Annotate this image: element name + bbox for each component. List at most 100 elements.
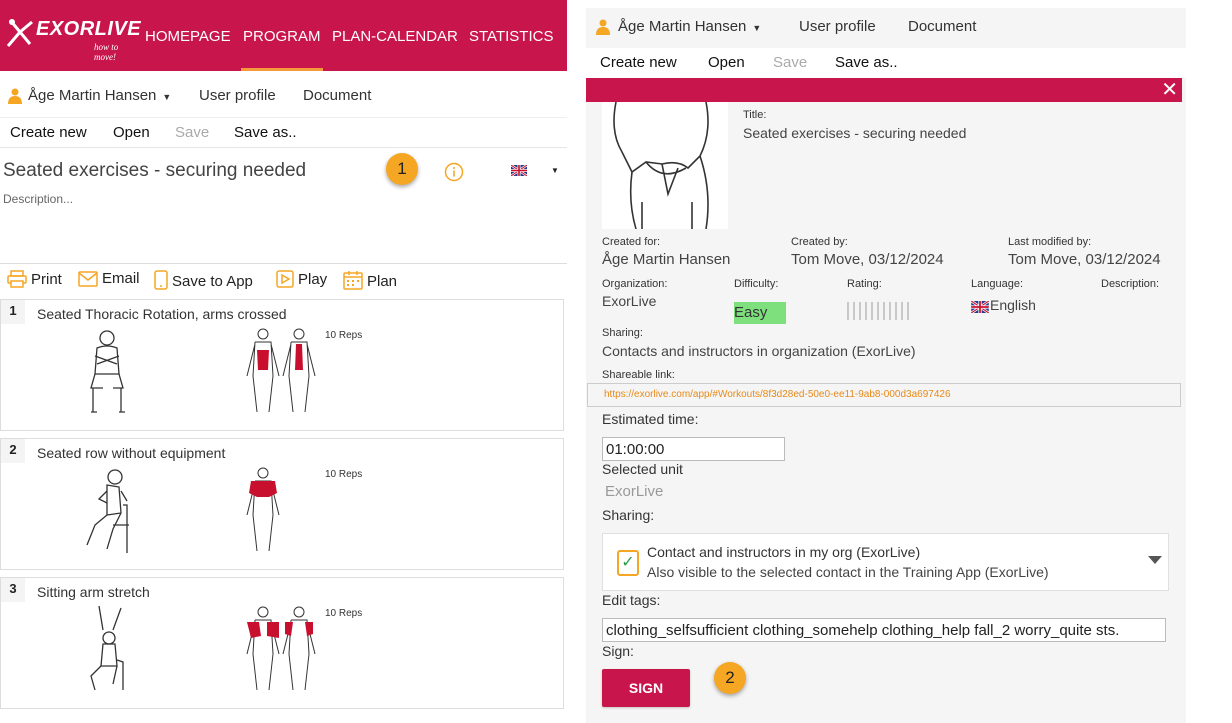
user-bar: Åge Martin Hansen ▼ User profile Document [586, 8, 1186, 46]
workout-thumbnail [602, 102, 728, 229]
sharing-label: Sharing: [602, 327, 643, 339]
description-box[interactable] [0, 186, 567, 264]
exercise-number: 1 [1, 300, 25, 324]
document-menu[interactable]: Document [303, 87, 371, 104]
print-button[interactable]: Print [7, 270, 62, 288]
play-icon [276, 270, 294, 288]
workout-title-input[interactable]: Seated exercises - securing needed [3, 160, 306, 182]
file-menu-bar: Create new Open Save Save as.. [586, 48, 1186, 78]
exercise-illustration [90, 330, 125, 413]
sharing-edit-label: Sharing: [602, 507, 655, 523]
organization-label: Organization: [602, 278, 668, 290]
save-to-app-button[interactable]: Save to App [154, 270, 253, 290]
description-input[interactable]: Description... [3, 192, 73, 206]
sign-button[interactable]: SIGN [602, 669, 690, 707]
plan-button[interactable]: Plan [343, 270, 397, 290]
open-button[interactable]: Open [113, 124, 150, 141]
shareable-link-field[interactable]: https://exorlive.com/app/#Workouts/8f3d2… [587, 383, 1181, 407]
dropdown-arrow-icon[interactable] [1148, 556, 1162, 564]
close-icon[interactable]: ✕ [1161, 80, 1178, 100]
uk-flag-icon[interactable] [511, 165, 527, 176]
print-label: Print [31, 271, 62, 288]
email-button[interactable]: Email [78, 270, 140, 287]
open-button[interactable]: Open [708, 54, 745, 71]
save-as-button[interactable]: Save as.. [234, 124, 297, 141]
email-label: Email [102, 270, 140, 287]
details-header-bar: ✕ [586, 78, 1182, 102]
user-bar: Åge Martin Hansen ▼ User profile Document [0, 71, 567, 118]
user-menu[interactable]: Åge Martin Hansen ▼ [28, 87, 171, 104]
save-button[interactable]: Save [175, 124, 209, 141]
exercise-name[interactable]: Seated row without equipment [37, 445, 225, 461]
rating-bars-icon[interactable] [847, 302, 911, 322]
nav-program[interactable]: PROGRAM [241, 28, 323, 71]
user-profile-link[interactable]: User profile [799, 18, 876, 35]
file-menu-bar: Create new Open Save Save as.. [0, 118, 567, 148]
save-button[interactable]: Save [773, 54, 807, 71]
muscle-anatomy-illustration [246, 606, 316, 691]
language-value: English [990, 297, 1036, 313]
last-modified-label: Last modified by: [1008, 236, 1092, 248]
estimated-time-input[interactable]: 01:00:00 [602, 437, 785, 461]
sharing-select[interactable]: ✓ Contact and instructors in my org (Exo… [602, 533, 1169, 591]
workout-actions-bar: Print Email Save to App Play Plan [0, 264, 567, 294]
exercise-number: 2 [1, 439, 25, 463]
nav-homepage[interactable]: HOMEPAGE [145, 28, 231, 45]
muscle-anatomy-illustration [246, 328, 316, 413]
estimated-time-label: Estimated time: [602, 411, 699, 427]
printer-icon [7, 270, 27, 288]
workout-title-row: Seated exercises - securing needed 1 ▼ [0, 153, 567, 185]
exercise-thumbnail-illustration [613, 102, 709, 229]
language-label: Language: [971, 278, 1023, 290]
envelope-icon [78, 271, 98, 287]
rating-label: Rating: [847, 278, 882, 290]
sharing-checkbox[interactable]: ✓ [617, 550, 639, 576]
last-modified-value: Tom Move, 03/12/2024 [1008, 251, 1161, 268]
save-to-app-label: Save to App [172, 273, 253, 290]
nav-plan-calendar[interactable]: PLAN-CALENDAR [332, 28, 458, 45]
nav-statistics[interactable]: STATISTICS [469, 28, 553, 45]
caret-down-icon: ▼ [162, 92, 172, 102]
exercise-name[interactable]: Seated Thoracic Rotation, arms crossed [37, 306, 287, 322]
uk-flag-icon [971, 301, 989, 313]
shareable-link-label: Shareable link: [602, 369, 675, 381]
exercise-reps: 10 Reps [325, 608, 363, 619]
user-icon [596, 19, 610, 35]
user-menu[interactable]: Åge Martin Hansen ▼ [618, 18, 761, 35]
workout-details-panel: Åge Martin Hansen ▼ User profile Document… [586, 8, 1186, 723]
exercise-reps: 10 Reps [325, 330, 363, 341]
callout-badge-1: 1 [386, 153, 418, 185]
shareable-link-value[interactable]: https://exorlive.com/app/#Workouts/8f3d2… [604, 389, 951, 400]
create-new-button[interactable]: Create new [600, 54, 677, 71]
tags-input[interactable]: clothing_selfsufficient clothing_somehel… [602, 618, 1166, 642]
document-menu[interactable]: Document [908, 18, 976, 35]
exorlive-logo[interactable]: EXORLIVE how to move! [6, 16, 141, 62]
difficulty-badge: Easy [734, 302, 786, 324]
exercise-illustration [90, 605, 124, 691]
user-profile-link[interactable]: User profile [199, 87, 276, 104]
difficulty-label: Difficulty: [734, 278, 779, 290]
exercise-card[interactable]: 3 Sitting arm stretch 10 Reps [0, 577, 564, 709]
exercise-name[interactable]: Sitting arm stretch [37, 584, 150, 600]
user-name: Åge Martin Hansen [618, 18, 747, 35]
info-icon[interactable] [444, 162, 464, 182]
language-caret-icon[interactable]: ▼ [551, 166, 559, 175]
save-as-button[interactable]: Save as.. [835, 54, 898, 71]
logo-text: EXORLIVE [36, 18, 142, 40]
sharing-value: Contacts and instructors in organization… [602, 343, 916, 359]
sharing-option-subtitle: Also visible to the selected contact in … [647, 564, 1049, 580]
workout-editor-panel: EXORLIVE how to move! HOMEPAGE PROGRAM P… [0, 0, 567, 723]
created-for-value: Åge Martin Hansen [602, 251, 731, 268]
created-by-label: Created by: [791, 236, 848, 248]
difficulty-value: Easy [734, 304, 768, 321]
details-content: Title: Seated exercises - securing neede… [586, 102, 1182, 723]
selected-unit-value: ExorLive [605, 483, 664, 500]
play-button[interactable]: Play [276, 270, 327, 288]
exercise-card[interactable]: 1 Seated Thoracic Rotation, arms crossed… [0, 299, 564, 431]
user-icon [8, 88, 22, 104]
exercise-card[interactable]: 2 Seated row without equipment 10 Reps [0, 438, 564, 570]
create-new-button[interactable]: Create new [10, 124, 87, 141]
callout-badge-2: 2 [714, 662, 746, 694]
title-value: Seated exercises - securing needed [743, 125, 967, 141]
logo-figure-icon [6, 19, 33, 47]
